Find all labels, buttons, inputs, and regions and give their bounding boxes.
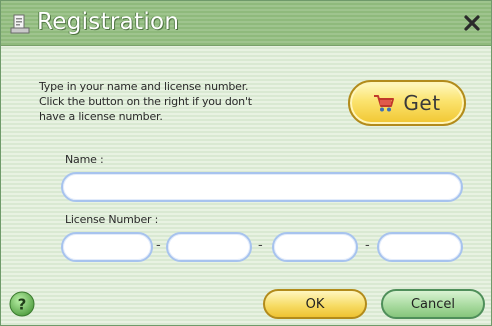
license-separator: - <box>365 238 370 253</box>
close-button[interactable] <box>459 11 485 35</box>
dialog-content: Type in your name and license number. Cl… <box>1 46 491 280</box>
instructions-line: Click the button on the right if you don… <box>39 95 252 108</box>
help-icon[interactable]: ? <box>9 291 35 317</box>
license-segment-2-input[interactable] <box>166 232 252 262</box>
instructions-line: Type in your name and license number. <box>39 80 249 93</box>
license-segment-4-input[interactable] <box>377 232 463 262</box>
get-license-button[interactable]: Get <box>348 80 466 126</box>
title-bar[interactable]: Registration <box>1 1 491 46</box>
ok-button[interactable]: OK <box>263 289 367 319</box>
cancel-button-label: Cancel <box>410 296 456 312</box>
ok-button-label: OK <box>305 296 325 312</box>
license-separator: - <box>258 238 263 253</box>
window-title: Registration <box>37 9 180 35</box>
license-segment-1-input[interactable] <box>61 232 153 262</box>
cancel-button[interactable]: Cancel <box>381 289 485 319</box>
app-icon <box>10 14 30 34</box>
dialog-footer: ? OK Cancel <box>1 281 491 325</box>
license-separator: - <box>156 238 161 253</box>
name-input[interactable] <box>61 172 463 202</box>
registration-dialog: Registration Type in your name and licen… <box>0 0 492 326</box>
instructions-line: have a license number. <box>39 110 163 123</box>
license-segment-3-input[interactable] <box>272 232 358 262</box>
help-glyph: ? <box>18 296 27 314</box>
shopping-cart-icon <box>374 95 395 112</box>
license-number-label: License Number : <box>65 213 159 226</box>
get-button-label: Get <box>403 91 441 115</box>
instructions-text: Type in your name and license number. Cl… <box>39 79 319 124</box>
name-label: Name : <box>65 153 104 166</box>
close-icon <box>464 15 480 31</box>
